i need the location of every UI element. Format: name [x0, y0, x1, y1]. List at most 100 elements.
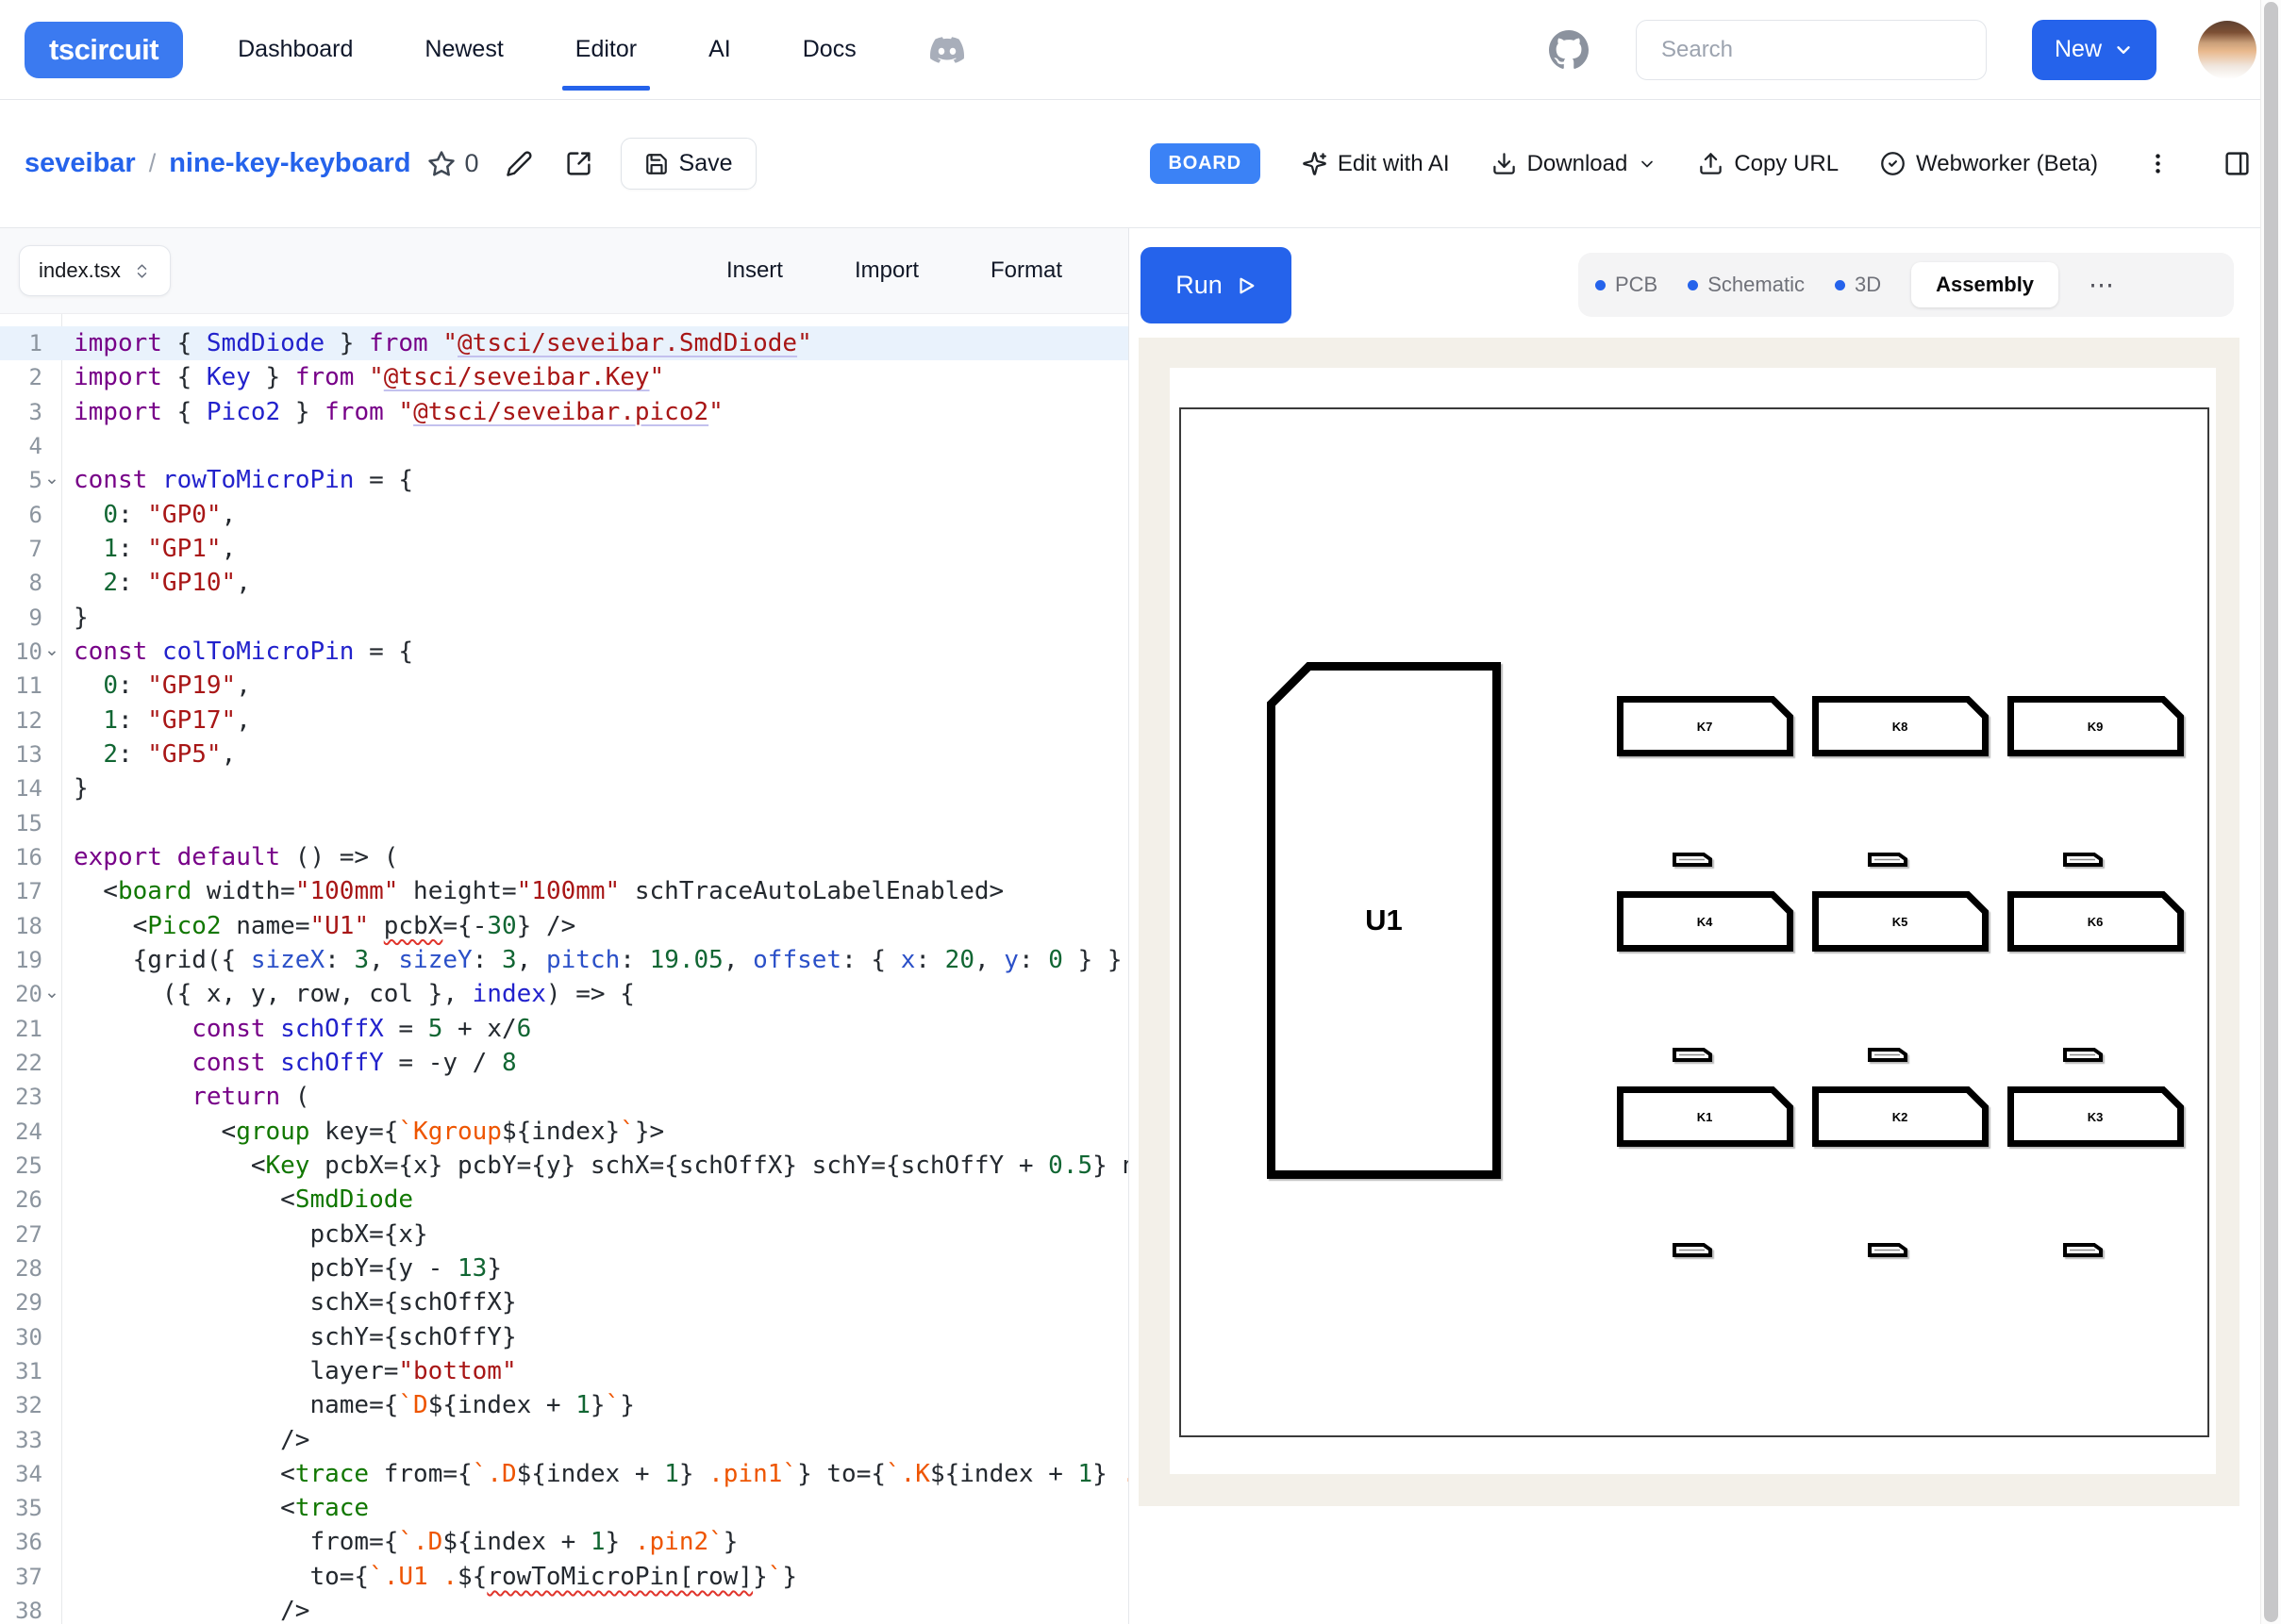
assembly-diode[interactable] [1673, 853, 1712, 867]
assembly-diode[interactable] [2063, 853, 2103, 867]
save-button[interactable]: Save [621, 138, 757, 190]
download-button[interactable]: Download [1491, 151, 1657, 177]
fold-toggle-icon[interactable]: ⌄ [44, 463, 61, 495]
code-line[interactable]: 18 <Pico2 name="U1" pcbX={-30} /> [0, 909, 1128, 943]
file-select[interactable]: index.tsx [19, 245, 171, 296]
assembly-key-k2[interactable]: K2 [1812, 1086, 1989, 1147]
assembly-key-k7[interactable]: K7 [1617, 696, 1793, 756]
assembly-key-k3[interactable]: K3 [2007, 1086, 2184, 1147]
code-line[interactable]: 9} [0, 601, 1128, 635]
code-line[interactable]: 13 2: "GP5", [0, 737, 1128, 771]
app-logo[interactable]: tscircuit [25, 22, 183, 78]
new-button[interactable]: New [2032, 20, 2156, 80]
avatar[interactable] [2198, 21, 2256, 79]
nav-item-ai[interactable]: AI [708, 36, 731, 63]
code-line[interactable]: 5⌄const rowToMicroPin = { [0, 463, 1128, 497]
run-button[interactable]: Run [1140, 247, 1291, 323]
board-badge[interactable]: BOARD [1150, 143, 1260, 184]
page-scrollbar[interactable] [2260, 0, 2281, 1624]
nav-item-dashboard[interactable]: Dashboard [238, 36, 353, 63]
code-line[interactable]: 29 schX={schOffX} [0, 1285, 1128, 1319]
code-line[interactable]: 17 <board width="100mm" height="100mm" s… [0, 874, 1128, 908]
code-line[interactable]: 7 1: "GP1", [0, 532, 1128, 566]
fold-toggle-icon[interactable]: ⌄ [44, 977, 61, 1009]
assembly-key-k5[interactable]: K5 [1812, 891, 1989, 952]
assembly-key-k4[interactable]: K4 [1617, 891, 1793, 952]
edit-with-ai-button[interactable]: Edit with AI [1302, 151, 1450, 177]
code-line[interactable]: 20⌄ ({ x, y, row, col }, index) => { [0, 977, 1128, 1011]
assembly-canvas[interactable]: U1 K7 K8 K9 K4 K5 K6 K1 K2 K3 [1170, 368, 2216, 1474]
code-line[interactable]: 2import { Key } from "@tsci/seveibar.Key… [0, 360, 1128, 394]
tabs-more-button[interactable]: ⋯ [2089, 275, 2115, 294]
assembly-diode[interactable] [2063, 1243, 2103, 1257]
webworker-button[interactable]: Webworker (Beta) [1880, 151, 2098, 177]
open-external-button[interactable] [559, 144, 598, 183]
code-line[interactable]: 27 pcbX={x} [0, 1218, 1128, 1251]
code-line[interactable]: 1import { SmdDiode } from "@tsci/seveiba… [0, 326, 1128, 360]
scrollbar-thumb[interactable] [2264, 2, 2278, 1622]
assembly-diode[interactable] [1673, 1048, 1712, 1062]
code-line[interactable]: 23 return ( [0, 1080, 1128, 1114]
code-line[interactable]: 37 to={`.U1 .${rowToMicroPin[row]}`} [0, 1560, 1128, 1594]
code-line[interactable]: 32 name={`D${index + 1}`} [0, 1388, 1128, 1422]
menu-import[interactable]: Import [855, 257, 919, 284]
code-line[interactable]: 3import { Pico2 } from "@tsci/seveibar.p… [0, 395, 1128, 429]
code-line[interactable]: 19 {grid({ sizeX: 3, sizeY: 3, pitch: 19… [0, 943, 1128, 977]
code-line[interactable]: 31 layer="bottom" [0, 1354, 1128, 1388]
tab-assembly[interactable]: Assembly [1911, 262, 2058, 307]
discord-icon[interactable] [930, 33, 964, 67]
assembly-key-k8[interactable]: K8 [1812, 696, 1989, 756]
fold-toggle-icon[interactable]: ⌄ [44, 635, 61, 667]
breadcrumb-project[interactable]: nine-key-keyboard [169, 148, 410, 179]
code-line[interactable]: 30 schY={schOffY} [0, 1320, 1128, 1354]
assembly-key-k1[interactable]: K1 [1617, 1086, 1793, 1147]
code-line[interactable]: 25 <Key pcbX={x} pcbY={y} schX={schOffX}… [0, 1149, 1128, 1183]
code-line[interactable]: 22 const schOffY = -y / 8 [0, 1046, 1128, 1080]
assembly-diode[interactable] [1868, 1048, 1907, 1062]
copy-url-button[interactable]: Copy URL [1698, 151, 1839, 177]
star-button[interactable]: 0 [427, 149, 478, 178]
assembly-diode[interactable] [1868, 853, 1907, 867]
github-icon[interactable] [1549, 30, 1589, 70]
tab-3d[interactable]: 3D [1835, 273, 1881, 297]
breadcrumb-owner[interactable]: seveibar [25, 148, 136, 179]
code-editor[interactable]: 1import { SmdDiode } from "@tsci/seveiba… [0, 314, 1128, 1624]
rename-button[interactable] [500, 144, 539, 183]
webworker-label: Webworker (Beta) [1916, 151, 2098, 177]
tab-schematic[interactable]: Schematic [1688, 273, 1805, 297]
assembly-key-k9[interactable]: K9 [2007, 696, 2184, 756]
assembly-component-u1[interactable]: U1 [1267, 662, 1501, 1179]
code-line[interactable]: 35 <trace [0, 1491, 1128, 1525]
toggle-panel-button[interactable] [2218, 144, 2256, 183]
menu-insert[interactable]: Insert [726, 257, 783, 284]
code-line[interactable]: 21 const schOffX = 5 + x/6 [0, 1012, 1128, 1046]
more-options-button[interactable] [2139, 145, 2176, 182]
code-line[interactable]: 12 1: "GP17", [0, 704, 1128, 737]
assembly-diode[interactable] [1673, 1243, 1712, 1257]
code-line[interactable]: 10⌄const colToMicroPin = { [0, 635, 1128, 669]
code-line[interactable]: 24 <group key={`Kgroup${index}`}> [0, 1115, 1128, 1149]
code-line[interactable]: 8 2: "GP10", [0, 566, 1128, 600]
line-number: 15 [0, 806, 42, 840]
code-line[interactable]: 36 from={`.D${index + 1} .pin2`} [0, 1525, 1128, 1559]
nav-item-newest[interactable]: Newest [425, 36, 503, 63]
code-line[interactable]: 11 0: "GP19", [0, 669, 1128, 703]
tab-pcb[interactable]: PCB [1595, 273, 1657, 297]
assembly-diode[interactable] [2063, 1048, 2103, 1062]
code-line[interactable]: 34 <trace from={`.D${index + 1} .pin1`} … [0, 1457, 1128, 1491]
assembly-key-k6[interactable]: K6 [2007, 891, 2184, 952]
code-line[interactable]: 26 <SmdDiode [0, 1183, 1128, 1217]
nav-item-editor[interactable]: Editor [575, 36, 637, 63]
code-line[interactable]: 28 pcbY={y - 13} [0, 1251, 1128, 1285]
code-line[interactable]: 33 /> [0, 1423, 1128, 1457]
search-input[interactable] [1636, 20, 1987, 80]
menu-format[interactable]: Format [991, 257, 1062, 284]
code-line[interactable]: 38 /> [0, 1594, 1128, 1624]
code-line[interactable]: 15 [0, 806, 1128, 840]
code-line[interactable]: 14} [0, 771, 1128, 805]
code-line[interactable]: 6 0: "GP0", [0, 498, 1128, 532]
nav-item-docs[interactable]: Docs [803, 36, 857, 63]
code-line[interactable]: 16export default () => ( [0, 840, 1128, 874]
assembly-diode[interactable] [1868, 1243, 1907, 1257]
code-line[interactable]: 4 [0, 429, 1128, 463]
